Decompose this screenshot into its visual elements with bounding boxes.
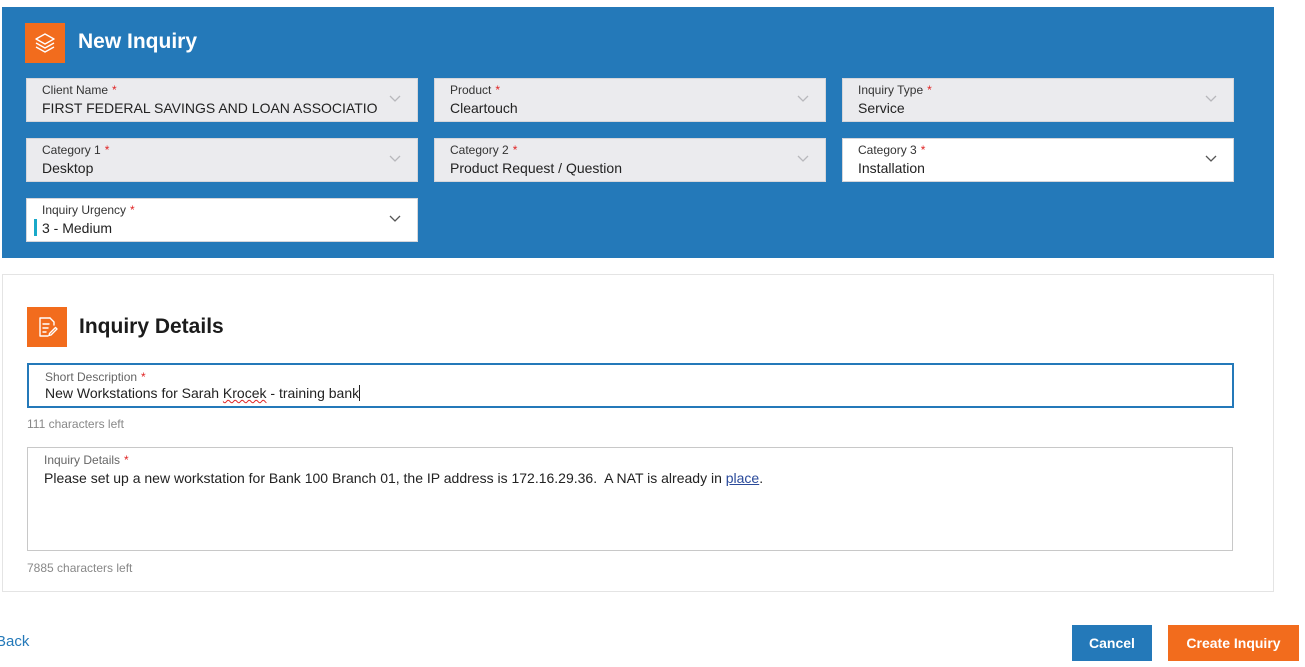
required-marker: * (495, 83, 501, 97)
text-cursor (359, 385, 361, 401)
inquiry-details-textarea[interactable]: Inquiry Details * Please set up a new wor… (27, 447, 1233, 551)
inquiry-type-select[interactable]: Inquiry Type * Service (842, 78, 1234, 122)
product-label: Product (450, 83, 492, 97)
category-1-value: Desktop (42, 160, 94, 176)
chevron-down-icon (797, 95, 809, 102)
inquiry-urgency-select[interactable]: Inquiry Urgency * 3 - Medium (26, 198, 418, 242)
required-marker: * (124, 453, 129, 467)
category-3-select[interactable]: Category 3 * Installation (842, 138, 1234, 182)
inquiry-urgency-value: 3 - Medium (42, 220, 113, 236)
inquiry-details-text: Please set up a new workstation for Bank… (44, 470, 726, 486)
short-description-input[interactable]: Short Description * New Workstations for … (27, 363, 1234, 408)
inquiry-details-counter: 7885 characters left (27, 561, 133, 575)
category-3-label: Category 3 (858, 143, 917, 157)
category-1-select[interactable]: Category 1 * Desktop (26, 138, 418, 182)
required-marker: * (927, 83, 932, 97)
cancel-button[interactable]: Cancel (1072, 625, 1152, 661)
client-name-select[interactable]: Client Name * FIRST FEDERAL SAVINGS AND L… (26, 78, 418, 122)
page-title: New Inquiry (78, 30, 198, 53)
required-marker: * (512, 143, 518, 157)
product-value: Cleartouch (450, 100, 518, 116)
layers-icon (25, 23, 65, 63)
client-name-label: Client Name (42, 83, 109, 97)
chevron-down-icon (389, 215, 401, 222)
short-description-text-end: - training bank (266, 385, 360, 401)
required-marker: * (141, 370, 146, 384)
category-2-select[interactable]: Category 2 * Product Request / Question (434, 138, 826, 182)
category-3-value: Installation (858, 160, 925, 176)
chevron-down-icon (1205, 155, 1217, 162)
chevron-down-icon (389, 95, 401, 102)
required-marker: * (920, 143, 926, 157)
client-name-value: FIRST FEDERAL SAVINGS AND LOAN ASSOCIATI… (42, 100, 377, 116)
misspelled-word: Krocek (222, 385, 267, 401)
short-description-label: Short Description (45, 370, 138, 384)
required-marker: * (104, 143, 110, 157)
product-select[interactable]: Product * Cleartouch (434, 78, 826, 122)
chevron-down-icon (797, 155, 809, 162)
edit-document-icon (27, 307, 67, 347)
chevron-down-icon (389, 155, 401, 162)
required-marker: * (112, 83, 117, 97)
create-inquiry-button[interactable]: Create Inquiry (1168, 625, 1299, 661)
inquiry-type-label: Inquiry Type (858, 83, 924, 97)
inquiry-type-value: Service (858, 100, 905, 116)
category-2-label: Category 2 (450, 143, 509, 157)
short-description-counter: 111 characters left (27, 417, 124, 431)
required-marker: * (130, 203, 135, 217)
urgency-indicator (34, 219, 37, 236)
category-1-label: Category 1 (42, 143, 101, 157)
underlined-word: place (725, 470, 760, 486)
category-2-value: Product Request / Question (450, 160, 622, 176)
chevron-down-icon (1205, 95, 1217, 102)
inquiry-urgency-label: Inquiry Urgency (42, 203, 127, 217)
section-title: Inquiry Details (79, 315, 224, 338)
short-description-text: New Workstations for Sarah (45, 385, 223, 401)
back-link[interactable]: Back (0, 633, 29, 650)
inquiry-details-label: Inquiry Details (44, 453, 121, 467)
inquiry-details-text-end: . (759, 470, 764, 486)
